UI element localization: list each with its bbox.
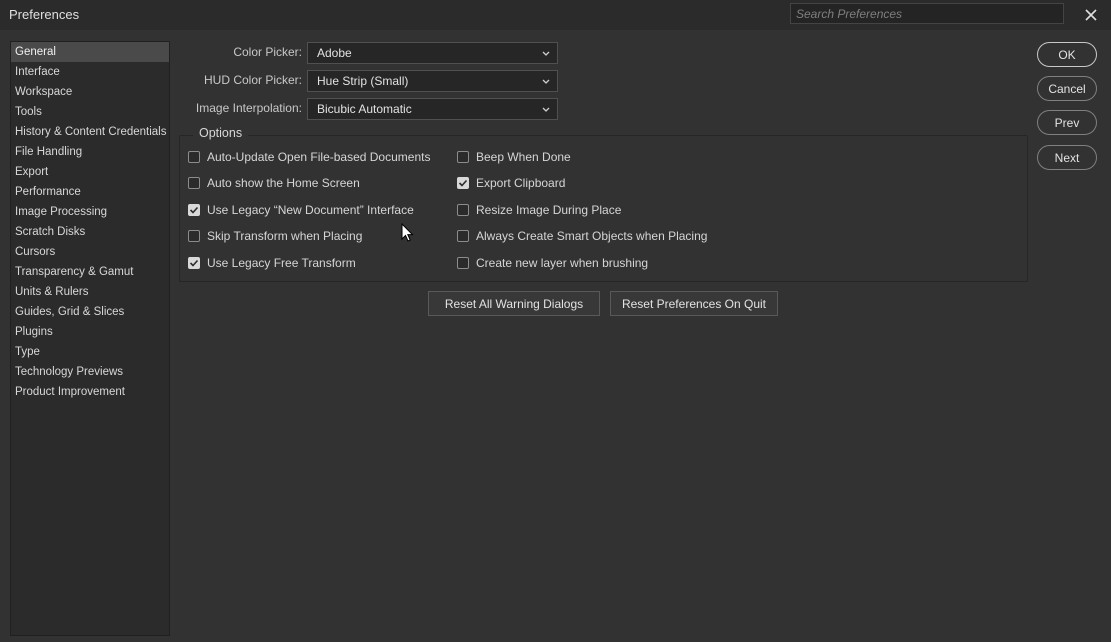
image-interpolation-select[interactable]: Bicubic Automatic — [307, 98, 558, 120]
checkbox[interactable] — [457, 204, 469, 216]
option-label: Use Legacy Free Transform — [207, 256, 356, 270]
option-export-clipboard[interactable]: Export Clipboard — [457, 176, 565, 190]
sidebar-item-guides[interactable]: Guides, Grid & Slices — [11, 302, 169, 322]
option-beep-when-done[interactable]: Beep When Done — [457, 150, 571, 164]
checkbox[interactable] — [188, 230, 200, 242]
chevron-down-icon — [542, 107, 550, 112]
option-label: Skip Transform when Placing — [207, 229, 363, 243]
option-auto-update-documents[interactable]: Auto-Update Open File-based Documents — [188, 150, 430, 164]
option-label: Auto show the Home Screen — [207, 176, 360, 190]
sidebar-item-product-improvement[interactable]: Product Improvement — [11, 382, 169, 402]
sidebar-item-performance[interactable]: Performance — [11, 182, 169, 202]
mouse-pointer-icon — [401, 223, 414, 242]
option-always-smart-objects[interactable]: Always Create Smart Objects when Placing — [457, 229, 707, 243]
sidebar-item-type[interactable]: Type — [11, 342, 169, 362]
checkmark-icon — [189, 259, 199, 267]
sidebar-item-cursors[interactable]: Cursors — [11, 242, 169, 262]
ok-button[interactable]: OK — [1037, 42, 1097, 67]
checkbox[interactable] — [188, 257, 200, 269]
reset-preferences-button[interactable]: Reset Preferences On Quit — [610, 291, 778, 316]
reset-warning-dialogs-button[interactable]: Reset All Warning Dialogs — [428, 291, 600, 316]
sidebar-item-technology-previews[interactable]: Technology Previews — [11, 362, 169, 382]
color-picker-value: Adobe — [317, 46, 352, 60]
checkmark-icon — [458, 179, 468, 187]
checkbox[interactable] — [457, 230, 469, 242]
sidebar-item-interface[interactable]: Interface — [11, 62, 169, 82]
option-legacy-free-transform[interactable]: Use Legacy Free Transform — [188, 256, 356, 270]
sidebar-item-plugins[interactable]: Plugins — [11, 322, 169, 342]
hud-color-picker-select[interactable]: Hue Strip (Small) — [307, 70, 558, 92]
option-auto-show-home[interactable]: Auto show the Home Screen — [188, 176, 360, 190]
sidebar-item-file-handling[interactable]: File Handling — [11, 142, 169, 162]
checkbox[interactable] — [188, 177, 200, 189]
window-title: Preferences — [9, 7, 80, 22]
cancel-button[interactable]: Cancel — [1037, 76, 1097, 101]
option-label: Use Legacy “New Document” Interface — [207, 203, 414, 217]
sidebar-item-transparency[interactable]: Transparency & Gamut — [11, 262, 169, 282]
option-legacy-new-document[interactable]: Use Legacy “New Document” Interface — [188, 203, 414, 217]
checkbox[interactable] — [188, 151, 200, 163]
options-title: Options — [193, 126, 249, 140]
sidebar-item-history[interactable]: History & Content Credentials — [11, 122, 169, 142]
color-picker-label: Color Picker: — [233, 45, 302, 59]
close-button[interactable] — [1080, 4, 1102, 26]
checkbox[interactable] — [457, 257, 469, 269]
title-bar: Preferences — [0, 0, 1111, 30]
option-label: Always Create Smart Objects when Placing — [476, 229, 708, 243]
search-input[interactable] — [790, 3, 1064, 24]
checkmark-icon — [189, 206, 199, 214]
sidebar-item-image-processing[interactable]: Image Processing — [11, 202, 169, 222]
chevron-down-icon — [542, 51, 550, 56]
close-icon[interactable] — [1084, 8, 1098, 22]
option-label: Auto-Update Open File-based Documents — [207, 150, 431, 164]
option-label: Resize Image During Place — [476, 203, 622, 217]
next-button[interactable]: Next — [1037, 145, 1097, 170]
image-interpolation-label: Image Interpolation: — [195, 101, 302, 115]
color-picker-select[interactable]: Adobe — [307, 42, 558, 64]
hud-color-picker-value: Hue Strip (Small) — [317, 74, 409, 88]
checkbox[interactable] — [188, 204, 200, 216]
sidebar-item-export[interactable]: Export — [11, 162, 169, 182]
option-skip-transform[interactable]: Skip Transform when Placing — [188, 229, 362, 243]
prev-button[interactable]: Prev — [1037, 110, 1097, 135]
sidebar-item-units[interactable]: Units & Rulers — [11, 282, 169, 302]
option-label: Export Clipboard — [476, 176, 566, 190]
sidebar-item-tools[interactable]: Tools — [11, 102, 169, 122]
option-resize-during-place[interactable]: Resize Image During Place — [457, 203, 621, 217]
checkbox[interactable] — [457, 177, 469, 189]
sidebar-item-workspace[interactable]: Workspace — [11, 82, 169, 102]
sidebar-item-general[interactable]: General — [11, 42, 169, 62]
preferences-sidebar: General Interface Workspace Tools Histor… — [10, 41, 170, 636]
option-new-layer-brushing[interactable]: Create new layer when brushing — [457, 256, 648, 270]
chevron-down-icon — [542, 79, 550, 84]
image-interpolation-value: Bicubic Automatic — [317, 102, 412, 116]
hud-color-picker-label: HUD Color Picker: — [203, 73, 302, 87]
option-label: Create new layer when brushing — [476, 256, 649, 270]
sidebar-item-scratch-disks[interactable]: Scratch Disks — [11, 222, 169, 242]
option-label: Beep When Done — [476, 150, 571, 164]
checkbox[interactable] — [457, 151, 469, 163]
